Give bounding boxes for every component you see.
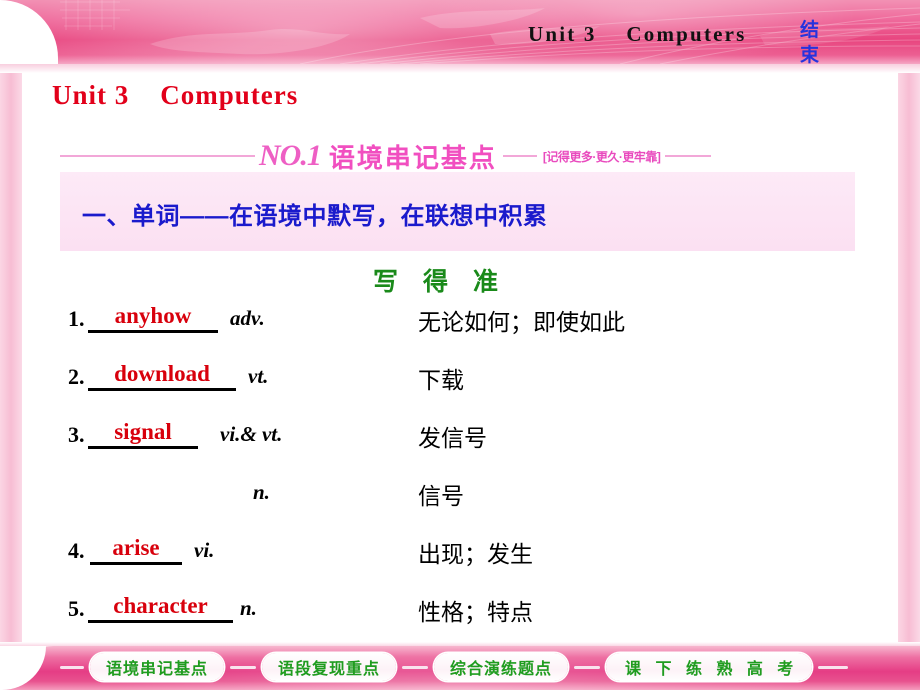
- meaning-text: 无论如何；即使如此: [418, 309, 625, 335]
- bottom-nav-bar: 语境串记基点 语段复现重点 综合演练题点 课 下 练 熟 高 考: [0, 642, 920, 690]
- answer-blank[interactable]: character: [88, 592, 233, 623]
- nav-item-passage-review[interactable]: 语段复现重点: [262, 653, 397, 681]
- list-item: 5. character n. 性格；特点: [68, 590, 858, 648]
- list-item: 4. arise vi. 出现；发生: [68, 532, 858, 590]
- section-tagline: [记得更多·更久·更牢靠]: [542, 149, 661, 164]
- left-edge-strip: [0, 0, 22, 690]
- list-item: 2. download vt. 下载: [68, 358, 858, 416]
- nav-item-homework-exam[interactable]: 课 下 练 熟 高 考: [606, 653, 813, 681]
- item-number: 5.: [68, 596, 85, 621]
- nav-item-comprehensive-practice[interactable]: 综合演练题点: [434, 653, 569, 681]
- end-button[interactable]: 结束: [800, 18, 826, 68]
- top-banner: Unit 3 Computers 结束: [0, 0, 920, 73]
- part-of-speech: adv.: [230, 306, 265, 330]
- item-number: 3.: [68, 422, 85, 447]
- section-number: NO.1: [259, 139, 322, 172]
- item-number: 4.: [68, 538, 85, 563]
- vocabulary-list: 1. anyhow adv. 无论如何；即使如此 2. download vt.…: [68, 300, 858, 648]
- nav-item-contextual-memory[interactable]: 语境串记基点: [90, 653, 225, 681]
- page-title: Unit 3 Computers: [52, 80, 299, 110]
- item-number: 1.: [68, 306, 85, 331]
- section-rule-left: [60, 155, 255, 157]
- section-rule-right: [665, 155, 712, 157]
- answer-blank[interactable]: signal: [88, 418, 198, 449]
- section-title: 语境串记基点: [328, 142, 497, 173]
- banner-underline: [0, 64, 920, 73]
- subtitle-text: 一、单词——在语境中默写，在联想中积累: [82, 203, 548, 230]
- meaning-text: 性格；特点: [418, 599, 533, 625]
- section-rule-mid: [502, 155, 537, 157]
- part-of-speech: vt.: [248, 364, 269, 388]
- nav-connector: [402, 665, 429, 669]
- meaning-text: 信号: [418, 483, 464, 509]
- answer-blank[interactable]: download: [88, 360, 236, 391]
- section-divider-bar: NO.1 语境串记基点 [记得更多·更久·更牢靠]: [60, 138, 860, 174]
- part-of-speech: vi.& vt.: [220, 422, 283, 446]
- nav-connector: [574, 665, 601, 669]
- meaning-text: 下载: [418, 367, 464, 393]
- part-of-speech: vi.: [194, 538, 215, 562]
- nav-connector: [818, 665, 849, 669]
- slide-canvas: Unit 3 Computers 结束 Unit 3 Computers NO.…: [0, 0, 920, 690]
- meaning-text: 出现；发生: [418, 541, 533, 567]
- banner-gradient-band: [0, 0, 920, 64]
- item-number: 2.: [68, 364, 85, 389]
- nav-connector: [60, 665, 84, 669]
- part-of-speech: n.: [253, 480, 270, 504]
- answer-blank[interactable]: arise: [90, 534, 182, 565]
- banner-title: Unit 3 Computers: [528, 22, 747, 46]
- list-item: n. 信号: [68, 474, 858, 532]
- meaning-text: 发信号: [418, 425, 487, 451]
- answer-blank[interactable]: anyhow: [88, 302, 218, 333]
- right-edge-strip: [898, 0, 920, 690]
- nav-pill-group: 语境串记基点 语段复现重点 综合演练题点 课 下 练 熟 高 考: [60, 649, 870, 685]
- part-of-speech: n.: [240, 596, 257, 620]
- list-item: 3. signal vi.& vt. 发信号: [68, 416, 858, 474]
- section-subheading: 写 得 准: [373, 268, 507, 296]
- list-item: 1. anyhow adv. 无论如何；即使如此: [68, 300, 858, 358]
- nav-connector: [230, 665, 257, 669]
